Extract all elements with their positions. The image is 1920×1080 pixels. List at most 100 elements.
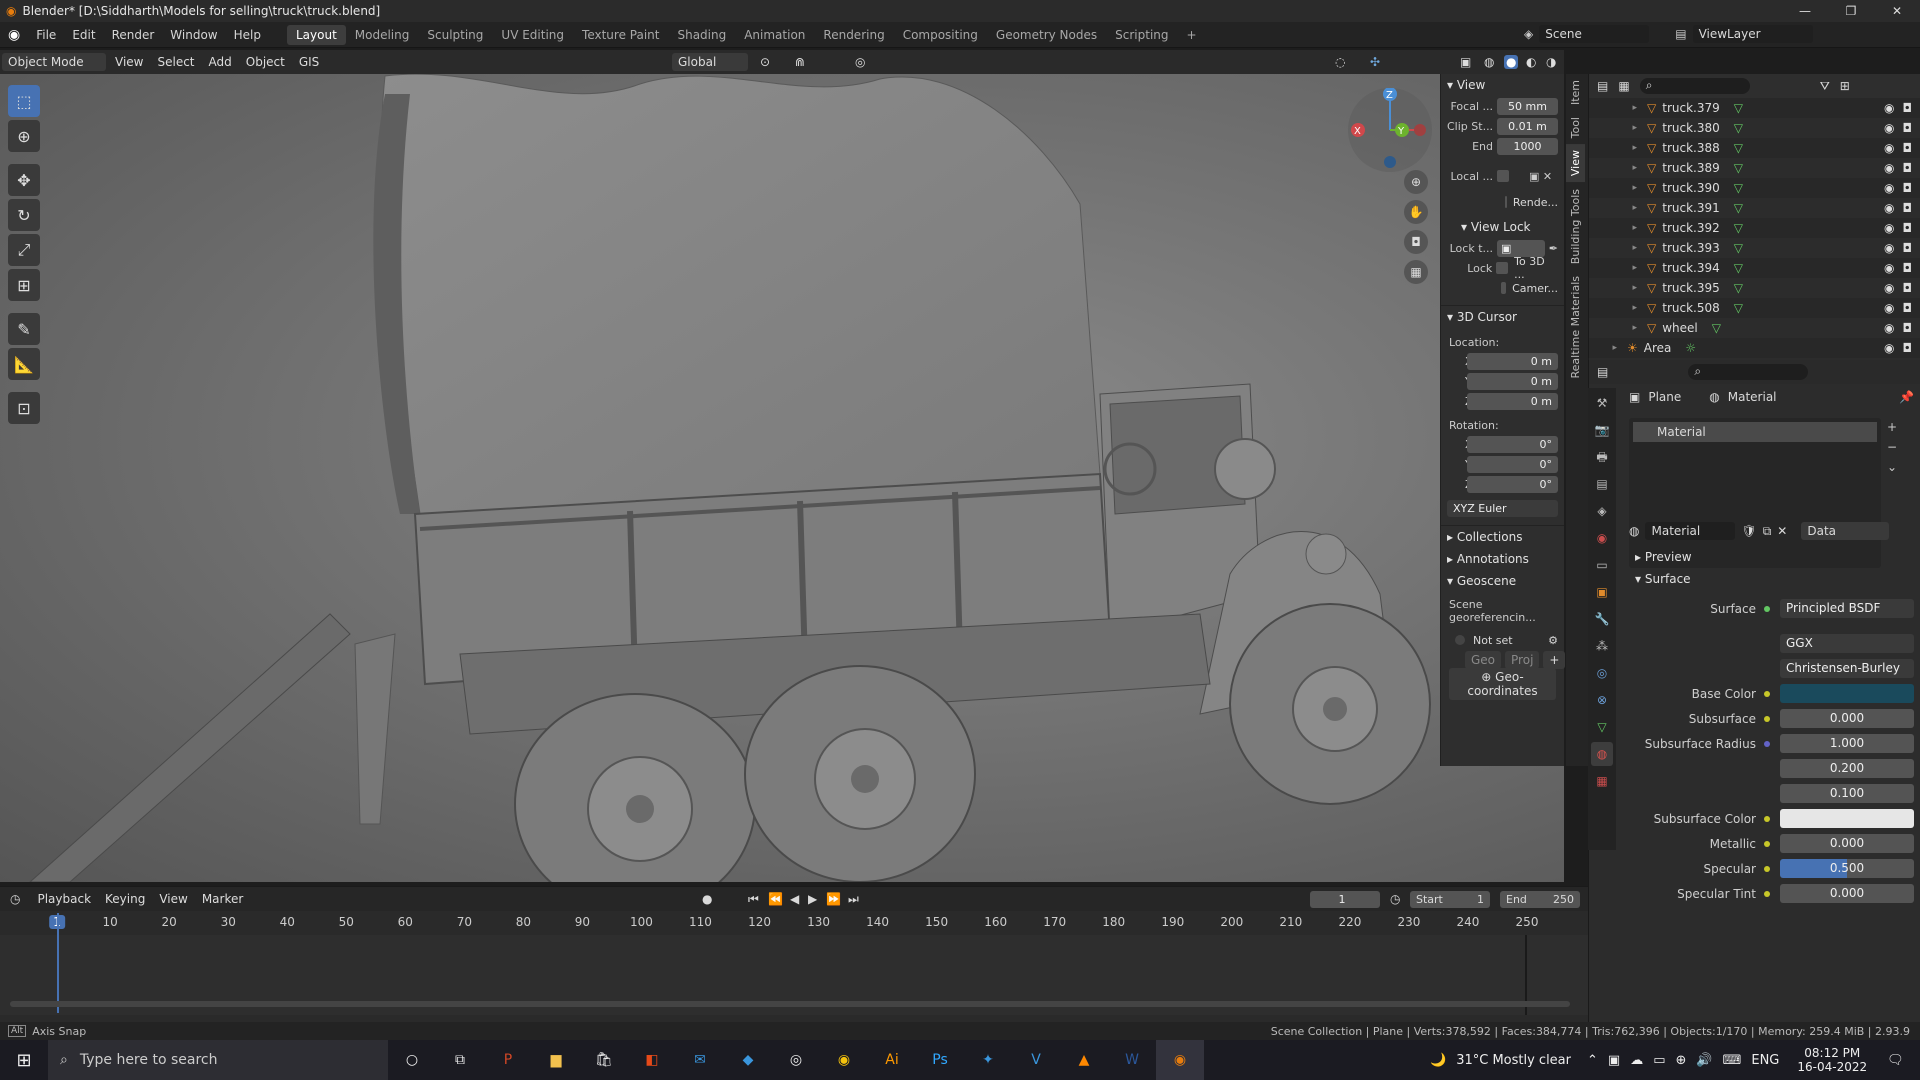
play-reverse-icon[interactable]: ◀ [790, 892, 799, 906]
tab-shading[interactable]: Shading [668, 25, 735, 45]
menu-file[interactable]: File [28, 28, 64, 42]
visibility-eye-icon[interactable]: ◉ [1884, 141, 1894, 155]
material-slot[interactable]: Material [1633, 422, 1877, 442]
expand-arrow-icon[interactable]: ▸ [1589, 283, 1637, 293]
shading-wire-icon[interactable]: ◍ [1484, 55, 1494, 69]
lock-camera-checkbox[interactable] [1501, 282, 1507, 294]
fake-user-icon[interactable]: 🛡 [1741, 524, 1756, 538]
weather-icon[interactable]: 🌙 [1430, 1053, 1446, 1068]
properties-search-input[interactable]: ⌕ [1688, 364, 1809, 380]
proportional-icon[interactable]: ◎ [855, 55, 865, 69]
data-tab-icon[interactable]: ▽ [1591, 715, 1613, 739]
frame-ruler[interactable]: 1102030405060708090100110120130140150160… [0, 913, 1588, 933]
illustrator-icon[interactable]: Ai [868, 1040, 916, 1080]
menu-help[interactable]: Help [226, 28, 269, 42]
material-browse-icon[interactable]: ◍ [1629, 524, 1639, 538]
menu-add[interactable]: Add [202, 55, 239, 69]
expand-arrow-icon[interactable]: ▸ [1589, 143, 1637, 153]
visibility-eye-icon[interactable]: ◉ [1884, 101, 1894, 115]
tab-texture-paint[interactable]: Texture Paint [573, 25, 668, 45]
outliner-search-input[interactable]: ⌕ [1639, 78, 1750, 94]
rot-z-field[interactable]: 0° [1467, 475, 1558, 493]
visibility-eye-icon[interactable]: ◉ [1884, 281, 1894, 295]
render-camera-icon[interactable]: ◘ [1903, 201, 1913, 215]
eyedropper-icon[interactable]: ✒ [1549, 242, 1558, 255]
distribution-select[interactable]: GGX [1780, 634, 1914, 653]
powerpoint-icon[interactable]: P [484, 1040, 532, 1080]
render-camera-icon[interactable]: ◘ [1903, 101, 1913, 115]
visibility-eye-icon[interactable]: ◉ [1884, 201, 1894, 215]
constraints-tab-icon[interactable]: ⊗ [1591, 688, 1613, 712]
menu-render[interactable]: Render [104, 28, 163, 42]
mode-selector[interactable]: Object Mode [2, 53, 106, 71]
clock-icon[interactable]: ◷ [1390, 892, 1400, 906]
surface-shader-select[interactable]: Principled BSDF [1780, 599, 1914, 618]
texture-tab-icon[interactable]: ▦ [1591, 769, 1613, 793]
taskbar-search[interactable]: ⌕ Type here to search [48, 1040, 388, 1080]
select-box-icon[interactable]: ⬚ [8, 85, 40, 117]
battery-icon[interactable]: ▭ [1653, 1053, 1665, 1068]
pin-icon[interactable]: 📌 [1899, 390, 1914, 404]
cursor-y-field[interactable]: 0 m [1467, 372, 1558, 390]
annotations-header[interactable]: ▸ Annotations [1441, 548, 1564, 570]
rotation-mode-select[interactable]: XYZ Euler [1447, 499, 1558, 517]
outliner-item[interactable]: ▸ ▽ truck.395 ▽ ◉ ◘ [1589, 278, 1920, 298]
bsdf-input-value[interactable]: 0.500 [1780, 859, 1914, 878]
bsdf-input-value[interactable]: 0.000 [1780, 709, 1914, 728]
cursor-z-field[interactable]: 0 m [1467, 392, 1558, 410]
3d-cursor-header[interactable]: ▾ 3D Cursor [1441, 306, 1564, 328]
geoscene-header[interactable]: ▾ Geoscene [1441, 570, 1564, 592]
output-tab-icon[interactable]: 🖶 [1591, 445, 1613, 469]
scene-icon[interactable]: ◈ [1524, 27, 1533, 41]
outliner-item[interactable]: ▸ ▽ truck.393 ▽ ◉ ◘ [1589, 238, 1920, 258]
outliner-item[interactable]: ▸ ▽ truck.380 ▽ ◉ ◘ [1589, 118, 1920, 138]
link-data-select[interactable]: Data [1801, 522, 1890, 540]
slot-menu-button[interactable]: ⌄ [1887, 460, 1897, 474]
expand-arrow-icon[interactable]: ▸ [1589, 263, 1637, 273]
weather-text[interactable]: 31°C Mostly clear [1456, 1053, 1571, 1068]
tab-sculpting[interactable]: Sculpting [418, 25, 492, 45]
new-collection-icon[interactable]: ⊞ [1840, 79, 1850, 93]
particles-tab-icon[interactable]: ⁂ [1591, 634, 1613, 658]
render-camera-icon[interactable]: ◘ [1903, 161, 1913, 175]
record-icon[interactable]: ● [702, 892, 712, 906]
bsdf-input-value[interactable]: 0.000 [1780, 834, 1914, 853]
network-icon[interactable]: ⊕ [1676, 1053, 1687, 1068]
expand-arrow-icon[interactable]: ▸ [1589, 303, 1637, 313]
jump-end-icon[interactable]: ⏭ [848, 892, 859, 907]
material-name-field[interactable]: Material [1645, 522, 1736, 540]
bsdf-input-value[interactable]: 0.200 [1780, 759, 1914, 778]
tab-view[interactable]: View [1566, 144, 1585, 183]
remove-slot-button[interactable]: − [1887, 440, 1897, 454]
scale-icon[interactable]: ⤢ [8, 234, 40, 266]
navigation-gizmo[interactable]: Z X Y [1348, 87, 1432, 172]
next-key-icon[interactable]: ⏩ [826, 892, 841, 906]
tab-uv-editing[interactable]: UV Editing [492, 25, 573, 45]
menu-select[interactable]: Select [150, 55, 201, 69]
properties-editor-icon[interactable]: ▤ [1597, 365, 1608, 379]
xray-icon[interactable]: ▣ [1460, 55, 1471, 69]
duplicate-material-icon[interactable]: ⧉ [1763, 524, 1772, 539]
file-explorer-icon[interactable]: ▆ [532, 1040, 580, 1080]
tool-tab-icon[interactable]: ⚒ [1591, 391, 1613, 415]
close-button[interactable]: ✕ [1874, 0, 1920, 22]
visibility-eye-icon[interactable]: ◉ [1884, 261, 1894, 275]
cortana-icon[interactable]: ○ [388, 1040, 436, 1080]
surface-header[interactable]: ▾ Surface [1629, 568, 1919, 590]
volume-icon[interactable]: 🔊 [1696, 1053, 1712, 1068]
render-camera-icon[interactable]: ◘ [1903, 121, 1913, 135]
visibility-eye-icon[interactable]: ◉ [1884, 241, 1894, 255]
add-workspace-button[interactable]: + [1178, 25, 1206, 45]
bsdf-input-value[interactable] [1780, 684, 1914, 703]
orientation-selector[interactable]: Global [672, 53, 748, 71]
collection-tab-icon[interactable]: ▭ [1591, 553, 1613, 577]
playhead[interactable] [57, 913, 59, 1013]
current-frame-field[interactable]: 1 [1310, 890, 1380, 908]
tray-icon-1[interactable]: ▣ [1608, 1053, 1620, 1068]
mail-icon[interactable]: ✉ [676, 1040, 724, 1080]
menu-object[interactable]: Object [239, 55, 292, 69]
render-camera-icon[interactable]: ◘ [1903, 221, 1913, 235]
visibility-eye-icon[interactable]: ◉ [1884, 221, 1894, 235]
jump-start-icon[interactable]: ⏮ [748, 892, 759, 907]
vlc-icon[interactable]: ▲ [1060, 1040, 1108, 1080]
